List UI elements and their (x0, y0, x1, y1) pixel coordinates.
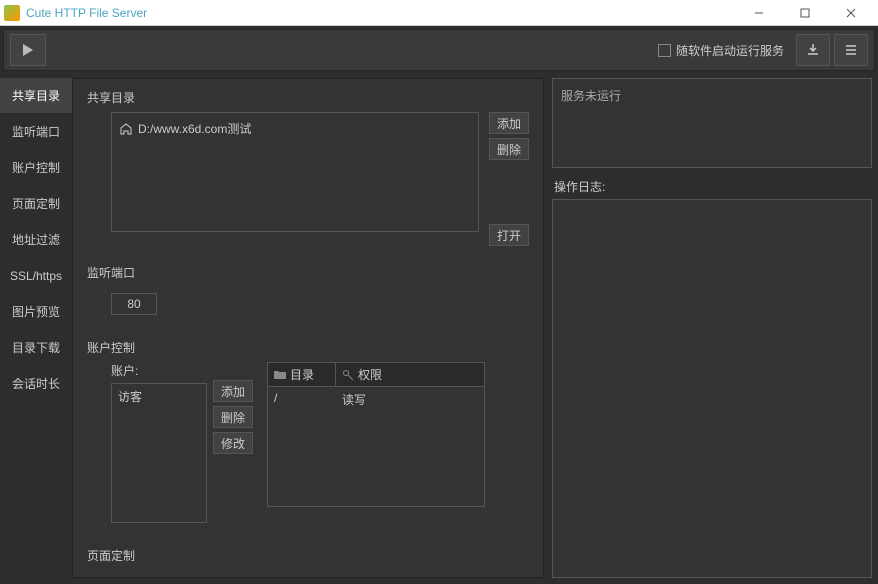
maximize-button[interactable] (782, 0, 828, 26)
port-section-label: 监听端口 (87, 264, 529, 281)
perm-row[interactable]: / 读写 (268, 387, 484, 412)
sidebar-item-image-preview[interactable]: 图片预览 (0, 294, 72, 330)
folder-icon (274, 370, 286, 380)
share-list[interactable]: D:/www.x6d.com测试 (111, 112, 479, 232)
sidebar-item-addr-filter[interactable]: 地址过滤 (0, 222, 72, 258)
log-box (552, 199, 872, 578)
home-icon (120, 123, 132, 135)
status-text: 服务未运行 (561, 89, 621, 103)
play-button[interactable] (10, 34, 46, 66)
account-delete-button[interactable]: 删除 (213, 406, 253, 428)
perm-row-perm: 读写 (336, 387, 484, 412)
sidebar-item-session[interactable]: 会话时长 (0, 366, 72, 402)
perm-row-dir: / (268, 387, 336, 412)
share-item-path: D:/www.x6d.com测试 (138, 120, 251, 137)
log-label: 操作日志: (554, 178, 872, 195)
account-add-button[interactable]: 添加 (213, 380, 253, 402)
share-add-button[interactable]: 添加 (489, 112, 529, 134)
close-button[interactable] (828, 0, 874, 26)
share-delete-button[interactable]: 删除 (489, 138, 529, 160)
titlebar: Cute HTTP File Server (0, 0, 878, 26)
account-list[interactable]: 访客 (111, 383, 207, 523)
account-sub-label: 账户: (111, 362, 207, 379)
minimize-button[interactable] (736, 0, 782, 26)
sidebar-item-share-dir[interactable]: 共享目录 (0, 78, 72, 114)
page-custom-section-label: 页面定制 (87, 547, 529, 564)
toolbar: 随软件启动运行服务 (3, 29, 875, 71)
checkbox-box (658, 44, 671, 57)
menu-button[interactable] (834, 34, 868, 66)
permission-table: 目录 权限 / 读写 (267, 362, 485, 507)
sidebar-item-listen-port[interactable]: 监听端口 (0, 114, 72, 150)
share-open-button[interactable]: 打开 (489, 224, 529, 246)
perm-dir-header[interactable]: 目录 (268, 363, 336, 386)
sidebar: 共享目录 监听端口 账户控制 页面定制 地址过滤 SSL/https 图片预览 … (0, 78, 72, 578)
account-section-label: 账户控制 (87, 339, 529, 356)
status-box: 服务未运行 (552, 78, 872, 168)
account-modify-button[interactable]: 修改 (213, 432, 253, 454)
share-item[interactable]: D:/www.x6d.com测试 (116, 117, 474, 140)
port-input[interactable] (111, 293, 157, 315)
account-item[interactable]: 访客 (112, 384, 206, 409)
app-icon (4, 5, 20, 21)
sidebar-item-ssl[interactable]: SSL/https (0, 258, 72, 294)
sidebar-item-dir-download[interactable]: 目录下载 (0, 330, 72, 366)
main-pane: 共享目录 D:/www.x6d.com测试 添加 删除 打开 监听端口 账 (72, 78, 544, 578)
autostart-checkbox[interactable]: 随软件启动运行服务 (658, 42, 784, 59)
key-icon (342, 369, 354, 381)
perm-perm-header[interactable]: 权限 (336, 363, 484, 386)
autostart-label: 随软件启动运行服务 (676, 42, 784, 59)
right-pane: 服务未运行 操作日志: (552, 78, 872, 578)
sidebar-item-page-custom[interactable]: 页面定制 (0, 186, 72, 222)
share-section-label: 共享目录 (87, 89, 529, 106)
download-button[interactable] (796, 34, 830, 66)
app-title: Cute HTTP File Server (26, 6, 147, 20)
sidebar-item-account[interactable]: 账户控制 (0, 150, 72, 186)
